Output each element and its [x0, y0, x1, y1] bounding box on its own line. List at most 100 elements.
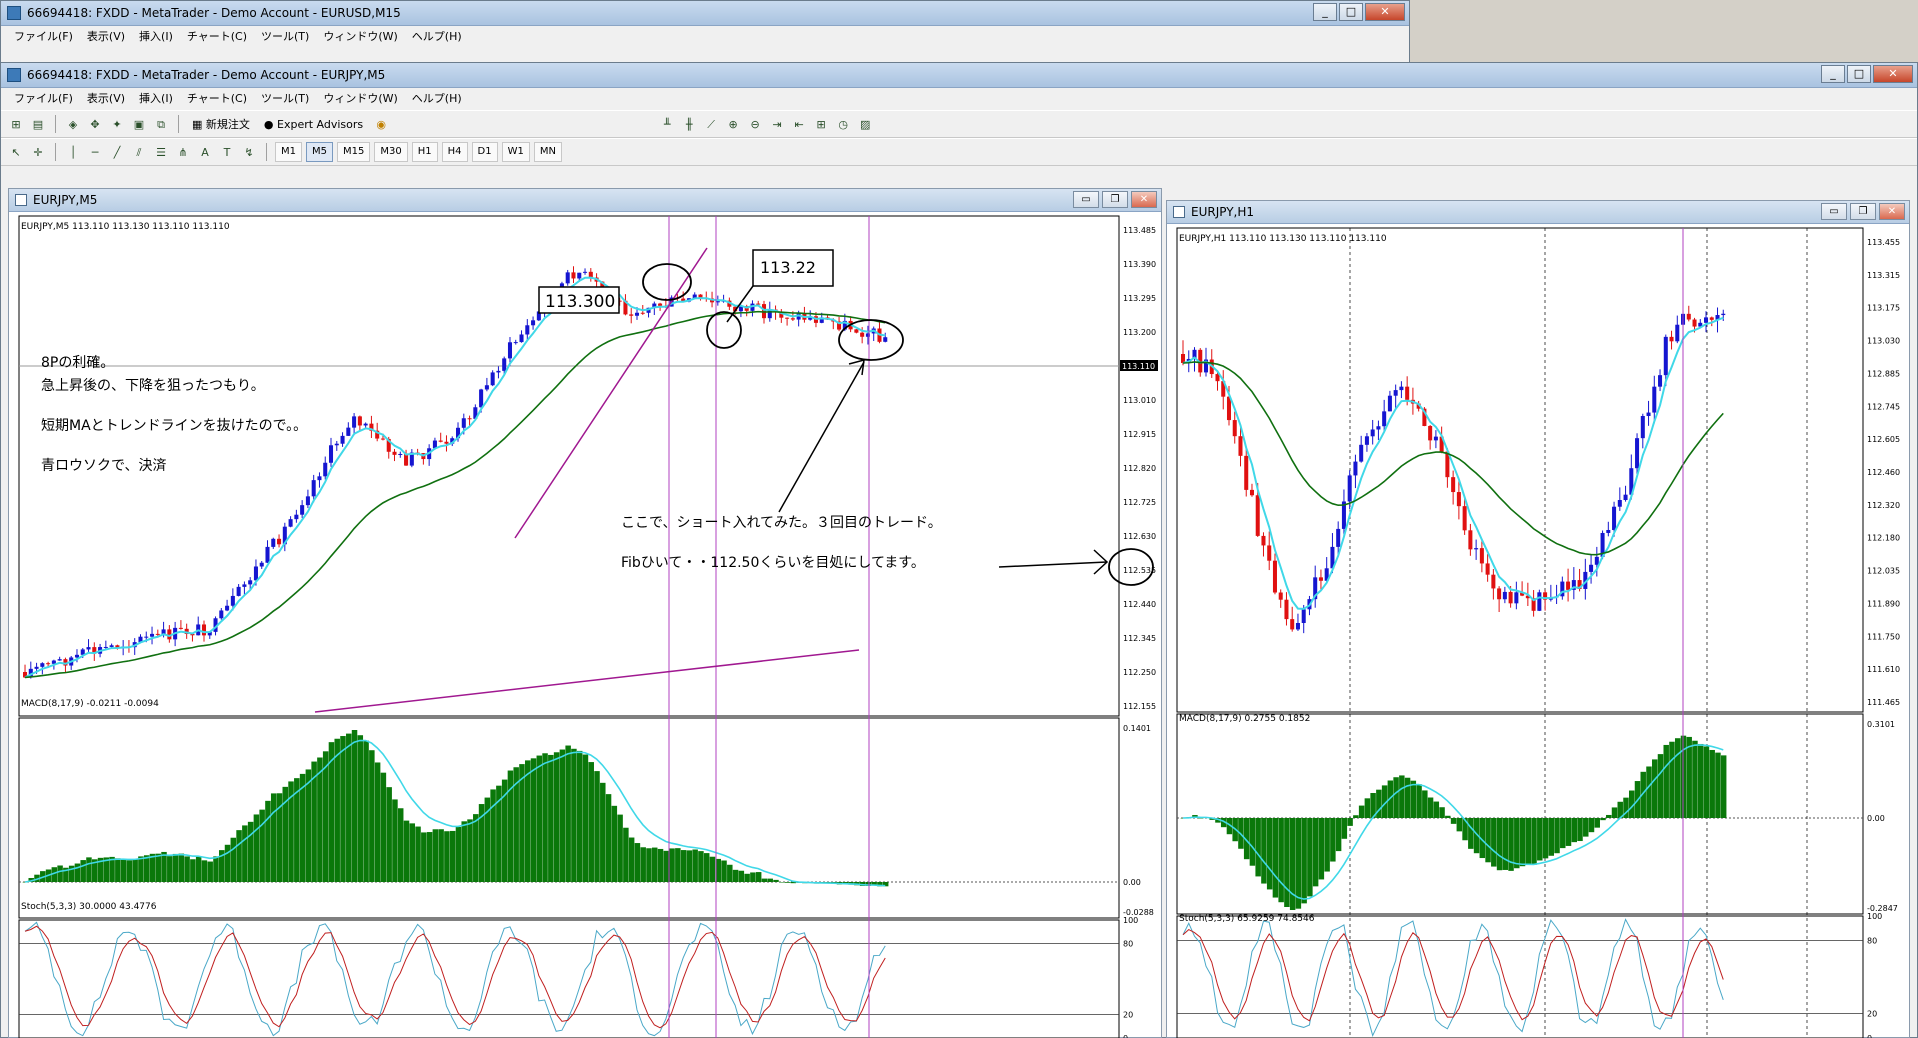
zoom-out-icon[interactable]: ⊖	[746, 115, 764, 133]
crosshair-icon[interactable]: ✛	[29, 143, 47, 161]
back-window-titlebar[interactable]: 66694418: FXDD - MetaTrader - Demo Accou…	[1, 1, 1409, 26]
maximize-button[interactable]: □	[1847, 65, 1871, 83]
trendline-icon[interactable]: ╱	[108, 143, 126, 161]
macd-histogram-bar	[1393, 777, 1399, 818]
chart-m5-canvas[interactable]: 113.485 113.390 113.295 113.200 113.110 113.0…	[9, 212, 1161, 1038]
chart-restore-button[interactable]: ❐	[1850, 203, 1876, 220]
macd-histogram-bar	[1445, 815, 1451, 818]
menu-tools[interactable]: ツール(T)	[254, 26, 316, 48]
timeframe-d1[interactable]: D1	[471, 142, 498, 162]
chart-minimize-button[interactable]: ▭	[1821, 203, 1847, 220]
menu-view[interactable]: 表示(V)	[80, 88, 132, 110]
candle-body	[1635, 438, 1640, 469]
text-label-icon[interactable]: T	[218, 143, 236, 161]
profiles-icon[interactable]: ▤	[29, 115, 47, 133]
timeframe-mn[interactable]: MN	[533, 142, 562, 162]
macd-histogram-bar	[582, 754, 589, 882]
candle-body	[1652, 386, 1657, 413]
chart-shift-icon[interactable]: ⇤	[790, 115, 808, 133]
macd-histogram-bar	[1341, 818, 1348, 839]
candlestick-icon[interactable]: ╫	[680, 115, 698, 133]
chart-m5-titlebar[interactable]: EURJPY,M5 ▭ ❐ ✕	[9, 189, 1161, 212]
chart-minimize-button[interactable]: ▭	[1073, 191, 1099, 208]
macd-histogram-bar	[750, 872, 756, 882]
chart-restore-button[interactable]: ❐	[1102, 191, 1128, 208]
chart-close-button[interactable]: ✕	[1131, 191, 1157, 208]
price-axis-label: 112.820	[1123, 464, 1156, 473]
horizontal-line-icon[interactable]: ─	[86, 143, 104, 161]
chart-close-button[interactable]: ✕	[1879, 203, 1905, 220]
new-chart-icon[interactable]: ⊞	[7, 115, 25, 133]
vertical-line-icon[interactable]: │	[64, 143, 82, 161]
main-window-titlebar[interactable]: 66694418: FXDD - MetaTrader - Demo Accou…	[1, 63, 1917, 88]
autoscroll-icon[interactable]: ⇥	[768, 115, 786, 133]
data-window-icon[interactable]: ✥	[86, 115, 104, 133]
expert-advisors-label: Expert Advisors	[277, 118, 364, 131]
candle-body	[1686, 313, 1691, 320]
minimize-button[interactable]: _	[1821, 65, 1845, 83]
navigator-icon[interactable]: ✦	[108, 115, 126, 133]
timeframe-m30[interactable]: M30	[374, 142, 408, 162]
candle-body	[294, 514, 299, 520]
menu-chart[interactable]: チャート(C)	[180, 88, 254, 110]
chart-h1-canvas[interactable]: 113.455 113.315 113.175 113.030 112.885 112.7…	[1167, 224, 1909, 1038]
menu-help[interactable]: ヘルプ(H)	[405, 88, 469, 110]
macd-histogram-bar	[784, 882, 791, 883]
tester-icon[interactable]: ⧉	[152, 115, 170, 133]
macd-histogram-bar	[652, 847, 658, 882]
close-button[interactable]: ✕	[1873, 65, 1913, 83]
ea-status-icon[interactable]: ◉	[372, 115, 390, 133]
toolbar-separator	[55, 115, 56, 133]
menu-insert[interactable]: 挿入(I)	[132, 88, 180, 110]
minimize-button[interactable]: _	[1313, 3, 1337, 21]
menu-file[interactable]: ファイル(F)	[7, 88, 80, 110]
market-watch-icon[interactable]: ◈	[64, 115, 82, 133]
menu-window[interactable]: ウィンドウ(W)	[316, 88, 404, 110]
stoch-axis-label: 100	[1867, 912, 1882, 921]
periods-icon[interactable]: ◷	[834, 115, 852, 133]
candle-body	[1238, 436, 1243, 456]
timeframe-m15[interactable]: M15	[337, 142, 371, 162]
menu-tools[interactable]: ツール(T)	[254, 88, 316, 110]
timeframe-w1[interactable]: W1	[501, 142, 530, 162]
new-order-button[interactable]: ▦ 新規注文	[187, 115, 255, 133]
menu-file[interactable]: ファイル(F)	[7, 26, 80, 48]
candle-body	[1336, 528, 1341, 547]
timeframe-h1[interactable]: H1	[411, 142, 438, 162]
zoom-in-icon[interactable]: ⊕	[724, 115, 742, 133]
indicators-icon[interactable]: ⊞	[812, 115, 830, 133]
menu-view[interactable]: 表示(V)	[80, 26, 132, 48]
maximize-button[interactable]: □	[1339, 3, 1363, 21]
chart-h1-titlebar[interactable]: EURJPY,H1 ▭ ❐ ✕	[1167, 201, 1909, 224]
close-button[interactable]: ✕	[1365, 3, 1405, 21]
cursor-icon[interactable]: ↖	[7, 143, 25, 161]
templates-icon[interactable]: ▨	[856, 115, 874, 133]
candle-body	[1290, 619, 1295, 630]
channel-icon[interactable]: ⫽	[130, 143, 148, 161]
menu-window[interactable]: ウィンドウ(W)	[316, 26, 404, 48]
fib-fan-icon[interactable]: ⋔	[174, 143, 192, 161]
candle-body	[253, 566, 258, 581]
arrows-icon[interactable]: ↯	[240, 143, 258, 161]
menu-insert[interactable]: 挿入(I)	[132, 26, 180, 48]
stoch-m5-label: Stoch(5,3,3) 30.0000 43.4776	[21, 902, 157, 912]
candle-body	[340, 435, 345, 444]
fibonacci-icon[interactable]: ☰	[152, 143, 170, 161]
bar-chart-icon[interactable]: ╨	[658, 115, 676, 133]
timeframe-m1[interactable]: M1	[275, 142, 302, 162]
macd-histogram-bar	[1249, 818, 1256, 866]
text-icon[interactable]: A	[196, 143, 214, 161]
stoch-axis-label: 20	[1867, 1010, 1877, 1019]
line-chart-icon[interactable]: ⟋	[702, 115, 720, 133]
timeframe-h4[interactable]: H4	[441, 142, 468, 162]
macd-histogram-bar	[1709, 749, 1715, 818]
expert-advisors-button[interactable]: ● Expert Advisors	[259, 115, 368, 133]
stoch-axis-label: 100	[1123, 916, 1138, 925]
macd-histogram-bar	[207, 861, 213, 882]
candle-body	[1462, 506, 1467, 531]
candle-body	[1617, 500, 1622, 507]
menu-help[interactable]: ヘルプ(H)	[405, 26, 469, 48]
menu-chart[interactable]: チャート(C)	[180, 26, 254, 48]
terminal-icon[interactable]: ▣	[130, 115, 148, 133]
timeframe-m5[interactable]: M5	[306, 142, 333, 162]
